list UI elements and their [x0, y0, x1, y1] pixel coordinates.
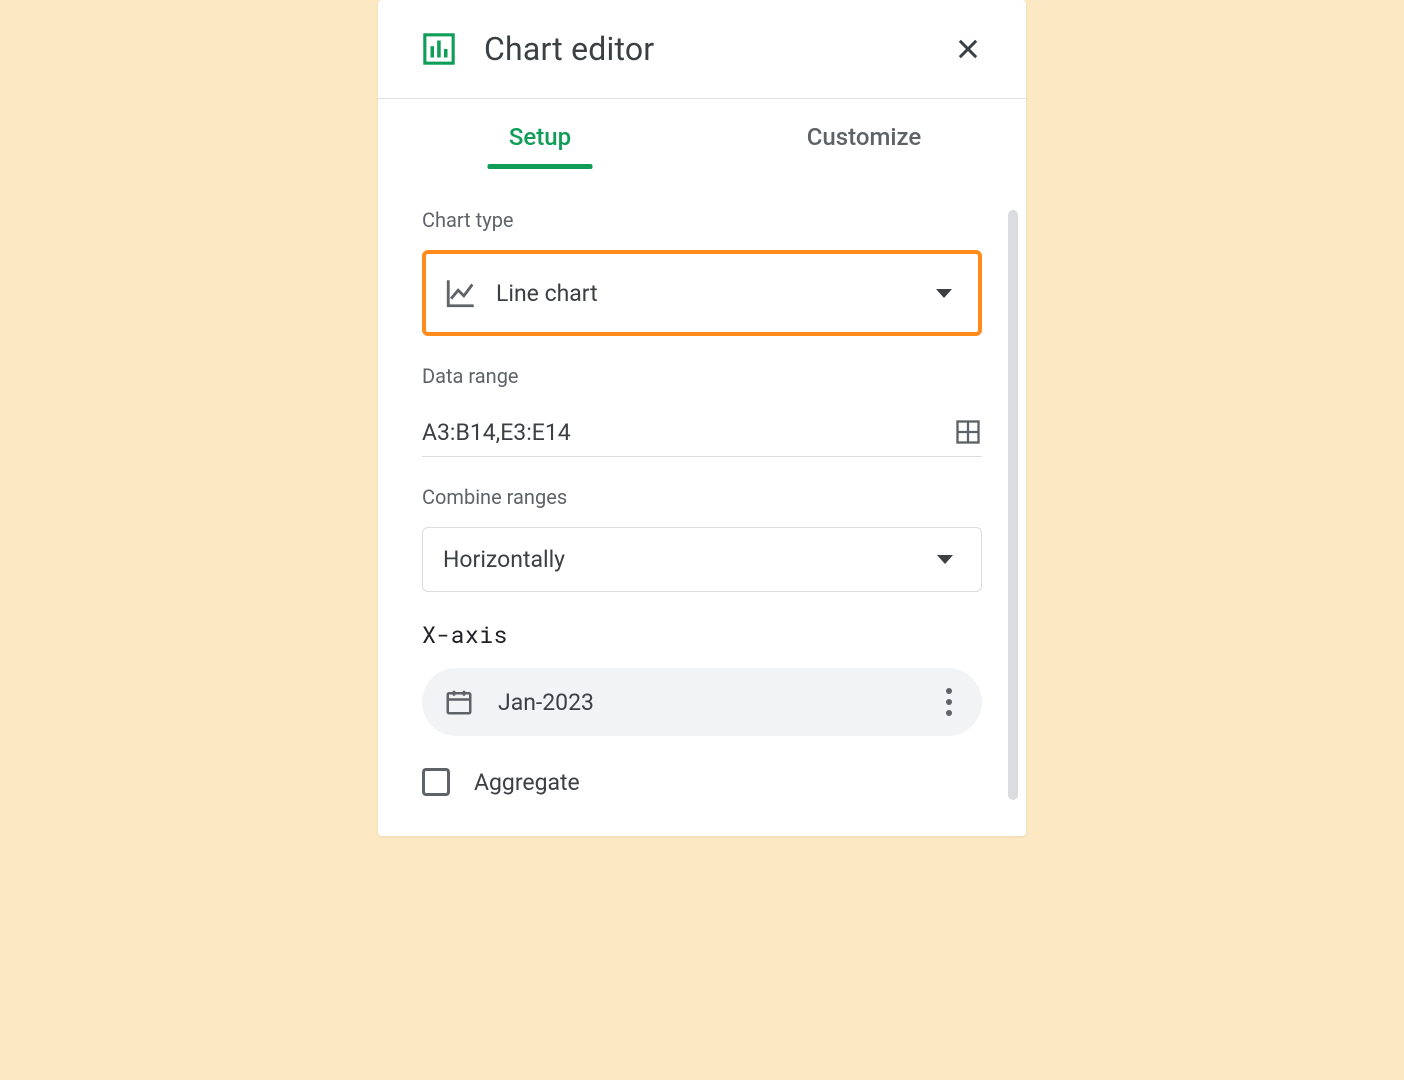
- close-icon[interactable]: [954, 35, 982, 63]
- x-axis-value: Jan-2023: [498, 689, 914, 716]
- more-icon[interactable]: [938, 684, 960, 720]
- chevron-down-icon: [936, 289, 952, 298]
- chart-editor-icon: [422, 32, 456, 66]
- line-chart-icon: [444, 276, 478, 310]
- tab-setup[interactable]: Setup: [378, 99, 702, 169]
- data-range-label: Data range: [422, 364, 982, 388]
- setup-content: Chart type Line chart Data range Combine…: [378, 170, 1026, 836]
- panel-header: Chart editor: [378, 0, 1026, 99]
- data-range-field: [422, 406, 982, 457]
- chart-type-label: Chart type: [422, 208, 982, 232]
- aggregate-checkbox[interactable]: [422, 768, 450, 796]
- tabs: Setup Customize: [378, 99, 1026, 170]
- chart-type-dropdown[interactable]: Line chart: [422, 250, 982, 336]
- tab-customize[interactable]: Customize: [702, 99, 1026, 169]
- chevron-down-icon: [937, 555, 953, 564]
- grid-select-icon[interactable]: [954, 418, 982, 446]
- data-range-input[interactable]: [422, 419, 942, 446]
- calendar-icon: [444, 687, 474, 717]
- x-axis-chip[interactable]: Jan-2023: [422, 668, 982, 736]
- scrollbar[interactable]: [1008, 210, 1018, 800]
- aggregate-label: Aggregate: [474, 769, 580, 796]
- combine-ranges-value: Horizontally: [443, 546, 919, 573]
- chart-editor-panel: Chart editor Setup Customize Chart type …: [378, 0, 1026, 836]
- chart-type-value: Line chart: [496, 280, 918, 307]
- aggregate-row: Aggregate: [422, 768, 982, 816]
- panel-title: Chart editor: [484, 30, 954, 68]
- combine-ranges-dropdown[interactable]: Horizontally: [422, 527, 982, 592]
- x-axis-label: X-axis: [422, 620, 982, 650]
- combine-ranges-label: Combine ranges: [422, 485, 982, 509]
